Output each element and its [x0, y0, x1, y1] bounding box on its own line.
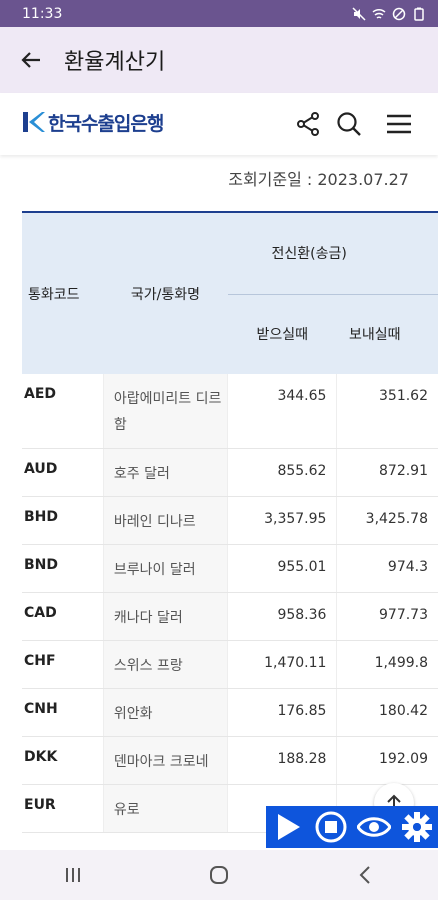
receive-rate-cell: 3,357.95	[227, 496, 337, 545]
hamburger-menu-icon[interactable]	[386, 111, 412, 137]
send-rate-cell: 180.42	[336, 688, 438, 737]
currency-code-cell: AED	[22, 374, 104, 449]
header-currency-code: 통화코드	[22, 212, 104, 374]
wifi-icon	[372, 7, 386, 21]
table-row: DKK 덴마아크 크로네 188.28 192.09	[22, 736, 438, 785]
status-bar: 11:33	[0, 0, 438, 27]
send-rate-cell: 974.3	[336, 544, 438, 593]
exchange-rate-table-container[interactable]: 통화코드 국가/통화명 전신환(송금) 받으실때 보내실때 AED 아랍에미리트 …	[22, 211, 438, 851]
currency-name-cell: 바레인 디나르	[102, 496, 229, 545]
currency-name-cell: 브루나이 달러	[102, 544, 229, 593]
currency-name-cell: 호주 달러	[102, 448, 229, 497]
currency-code-cell: EUR	[22, 784, 104, 833]
table-row: CHF 스위스 프랑 1,470.11 1,499.8	[22, 640, 438, 689]
header-country-currency: 국가/통화명	[103, 212, 228, 374]
eye-icon[interactable]	[356, 810, 391, 844]
table-row: CNH 위안화 176.85 180.42	[22, 688, 438, 737]
share-icon[interactable]	[296, 111, 322, 137]
receive-rate-cell: 1,470.11	[227, 640, 337, 689]
table-row: AUD 호주 달러 855.62 872.91	[22, 448, 438, 497]
play-icon[interactable]	[271, 810, 305, 844]
automation-control-bar	[266, 806, 438, 848]
receive-rate-cell: 344.65	[227, 374, 337, 449]
receive-rate-cell: 188.28	[227, 736, 337, 785]
send-rate-cell: 1,499.8	[336, 640, 438, 689]
header-send: 보내실때	[336, 294, 438, 374]
page-title: 환율계산기	[64, 50, 166, 75]
currency-code-cell: DKK	[22, 736, 104, 785]
currency-code-cell: AUD	[22, 448, 104, 497]
arrow-left-icon[interactable]	[18, 47, 44, 73]
currency-code-cell: BND	[22, 544, 104, 593]
stop-icon[interactable]	[314, 810, 348, 844]
bank-logo-text: 한국수출입은행	[48, 112, 164, 135]
table-row: CAD 캐나다 달러 958.36 977.73	[22, 592, 438, 641]
bank-logo-mark-icon	[23, 112, 45, 132]
send-rate-cell: 351.62	[336, 374, 438, 449]
mute-icon	[352, 6, 366, 21]
send-rate-cell: 872.91	[336, 448, 438, 497]
receive-rate-cell: 955.01	[227, 544, 337, 593]
receive-rate-cell: 958.36	[227, 592, 337, 641]
table-row: BHD 바레인 디나르 3,357.95 3,425.78	[22, 496, 438, 545]
currency-name-cell: 스위스 프랑	[102, 640, 229, 689]
back-nav-icon[interactable]	[345, 855, 385, 895]
status-time: 11:33	[22, 5, 63, 22]
receive-rate-cell: 855.62	[227, 448, 337, 497]
send-rate-cell: 192.09	[336, 736, 438, 785]
dnd-icon	[392, 7, 406, 21]
currency-name-cell: 유로	[102, 784, 229, 833]
status-icons	[352, 6, 426, 21]
receive-rate-cell: 176.85	[227, 688, 337, 737]
currency-code-cell: BHD	[22, 496, 104, 545]
site-header: 한국수출입은행	[0, 93, 438, 155]
exchange-rate-rows: AED 아랍에미리트 디르함 344.65 351.62 AUD 호주 달러 855.62 8…	[22, 374, 438, 833]
recent-apps-icon[interactable]	[53, 855, 93, 895]
exchange-rate-table: 통화코드 국가/통화명 전신환(송금) 받으실때 보내실때 AED 아랍에미리트 …	[22, 211, 438, 833]
currency-name-cell: 아랍에미리트 디르함	[102, 374, 229, 449]
system-nav-bar	[0, 850, 438, 900]
header-telegraphic-transfer: 전신환(송금)	[227, 212, 438, 295]
gear-icon[interactable]	[400, 810, 434, 844]
currency-name-cell: 위안화	[102, 688, 229, 737]
battery-icon	[412, 7, 426, 21]
base-date: 조회기준일 : 2023.07.27	[228, 170, 409, 189]
send-rate-cell: 3,425.78	[336, 496, 438, 545]
bank-logo[interactable]: 한국수출입은행	[22, 107, 164, 137]
search-icon[interactable]	[336, 111, 362, 137]
table-row: BND 브루나이 달러 955.01 974.3	[22, 544, 438, 593]
header-receive: 받으실때	[227, 294, 337, 374]
currency-name-cell: 캐나다 달러	[102, 592, 229, 641]
table-row: AED 아랍에미리트 디르함 344.65 351.62	[22, 374, 438, 449]
send-rate-cell: 977.73	[336, 592, 438, 641]
currency-code-cell: CNH	[22, 688, 104, 737]
currency-name-cell: 덴마아크 크로네	[102, 736, 229, 785]
app-bar: 환율계산기	[0, 27, 438, 93]
currency-code-cell: CAD	[22, 592, 104, 641]
currency-code-cell: CHF	[22, 640, 104, 689]
home-icon[interactable]	[199, 855, 239, 895]
